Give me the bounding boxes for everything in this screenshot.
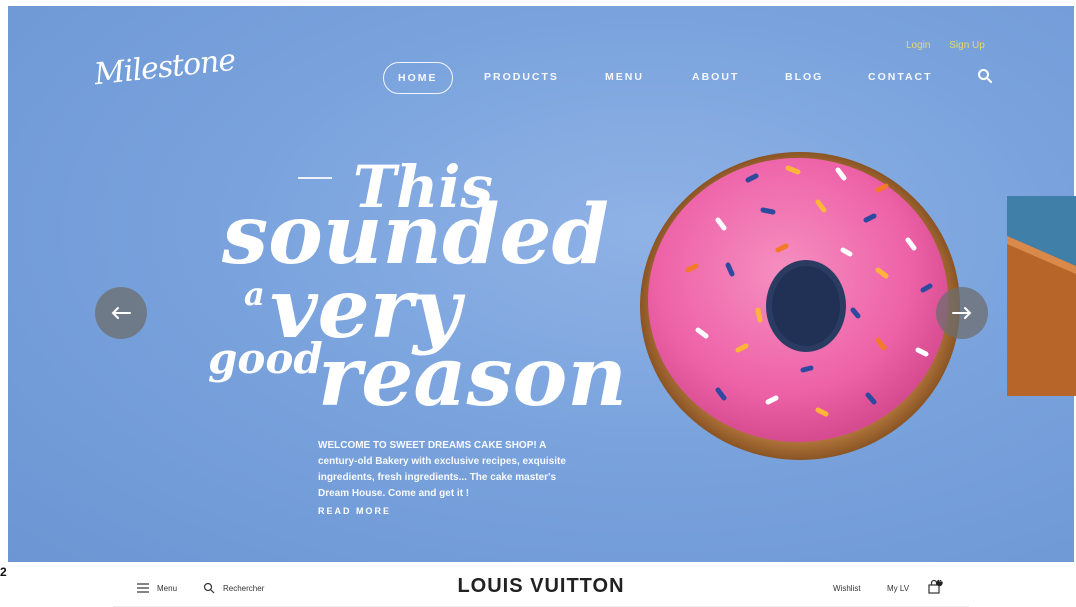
nav-home[interactable]: HOME	[383, 62, 453, 94]
lv-mylv-link[interactable]: My LV	[887, 584, 909, 593]
headline-line-4b: reason	[318, 329, 627, 425]
headline-line-3a: a	[244, 275, 265, 313]
lv-header: Menu Rechercher LOUIS VUITTON Wishlist M…	[113, 563, 969, 607]
headline-line-4a: good	[208, 334, 323, 383]
side-photo	[1007, 196, 1076, 396]
read-more-link[interactable]: READ MORE	[318, 506, 391, 516]
nav-contact[interactable]: CONTACT	[868, 62, 933, 92]
edge-fragment: 2	[0, 565, 7, 579]
arrow-right-icon	[952, 307, 972, 319]
search-icon[interactable]	[976, 67, 994, 85]
login-link[interactable]: Login	[906, 40, 930, 51]
slider-prev-button[interactable]	[95, 287, 147, 339]
slider-next-button[interactable]	[936, 287, 988, 339]
account-links: Login Sign Up	[906, 40, 1001, 51]
main-nav: HOME PRODUCTS MENU ABOUT BLOG CONTACT	[8, 62, 1074, 96]
donut-image	[640, 152, 960, 460]
cart-count-badge: 0	[938, 578, 943, 584]
nav-blog[interactable]: BLOG	[785, 62, 823, 92]
lv-wishlist-link[interactable]: Wishlist	[833, 584, 861, 593]
nav-products[interactable]: PRODUCTS	[484, 62, 559, 92]
hero-banner: Milestone Login Sign Up HOME PRODUCTS ME…	[8, 6, 1074, 562]
intro-text: WELCOME TO SWEET DREAMS CAKE SHOP! A cen…	[318, 440, 566, 499]
signup-link[interactable]: Sign Up	[949, 40, 985, 51]
arrow-left-icon	[111, 307, 131, 319]
nav-menu[interactable]: MENU	[605, 62, 644, 92]
nav-about[interactable]: ABOUT	[692, 62, 739, 92]
headline-dash	[298, 177, 332, 179]
